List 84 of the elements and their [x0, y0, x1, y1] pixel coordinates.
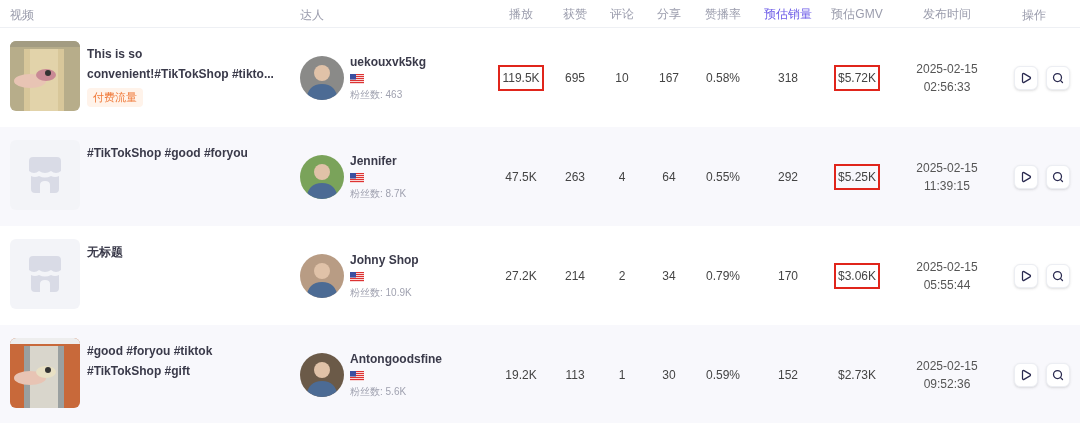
us-flag-icon [350, 74, 364, 84]
play-button[interactable] [1014, 65, 1038, 90]
like-count: 113 [565, 366, 585, 384]
estimated-sales: 152 [778, 366, 798, 384]
us-flag-icon [350, 272, 364, 282]
share-count: 34 [662, 267, 676, 285]
estimated-gmv: $3.06K [833, 262, 880, 289]
creator-name[interactable]: Johny Shop [350, 251, 419, 269]
search-button[interactable] [1046, 164, 1070, 189]
column-header[interactable]: 达人 [300, 7, 324, 22]
avatar [300, 55, 344, 100]
share-count: 167 [659, 69, 679, 87]
search-icon [1052, 368, 1064, 381]
estimated-sales: 292 [778, 168, 798, 186]
column-header[interactable]: 播放 [509, 4, 533, 23]
column-header[interactable]: 分享 [657, 4, 681, 23]
estimated-sales: 170 [778, 267, 798, 285]
like-rate: 0.59% [706, 366, 740, 384]
publish-date: 2025-02-15 [916, 60, 978, 78]
like-count: 695 [565, 69, 585, 87]
search-icon [1052, 170, 1064, 183]
column-header[interactable]: 赞播率 [705, 4, 741, 23]
share-count: 64 [662, 168, 676, 186]
follower-count: 粉丝数: 8.7K [350, 187, 407, 201]
creator-name[interactable]: uekouxvk5kg [350, 53, 427, 71]
video-title[interactable]: #TikTokShop #good #foryou [87, 143, 277, 163]
column-header[interactable]: 评论 [610, 4, 634, 23]
publish-date: 2025-02-15 [916, 357, 978, 375]
comment-count: 10 [615, 69, 629, 87]
publish-time: 09:52:36 [923, 375, 971, 393]
like-rate: 0.79% [706, 267, 740, 285]
search-button[interactable] [1046, 65, 1070, 90]
follower-count: 粉丝数: 463 [350, 88, 404, 102]
creator-name[interactable]: Jennifer [350, 152, 407, 170]
search-icon [1052, 269, 1064, 282]
follower-count: 粉丝数: 10.9K [350, 286, 413, 300]
us-flag-icon [350, 371, 364, 381]
publish-date: 2025-02-15 [916, 258, 978, 276]
search-button[interactable] [1046, 362, 1070, 387]
play-icon [1020, 170, 1032, 183]
column-header[interactable]: 发布时间 [923, 4, 971, 23]
video-title[interactable]: 无标题 [87, 242, 277, 262]
column-header[interactable]: 预估GMV [831, 4, 883, 23]
play-button[interactable] [1014, 164, 1038, 189]
play-count: 19.2K [505, 366, 537, 384]
estimated-gmv: $5.72K [833, 64, 880, 91]
play-button[interactable] [1014, 263, 1038, 288]
avatar [300, 352, 344, 397]
play-count: 47.5K [505, 168, 537, 186]
play-count: 27.2K [505, 267, 537, 285]
column-header[interactable]: 操作 [1022, 7, 1046, 22]
avatar [300, 253, 344, 298]
follower-count: 粉丝数: 5.6K [350, 385, 408, 399]
video-title[interactable]: #good #foryou #tiktok #TikTokShop #gift [87, 341, 277, 381]
publish-date: 2025-02-15 [916, 159, 978, 177]
estimated-gmv: $2.73K [837, 366, 876, 384]
us-flag-icon [350, 173, 364, 183]
like-count: 263 [565, 168, 585, 186]
paid-traffic-tag: 付费流量 [87, 88, 143, 107]
share-count: 30 [662, 366, 676, 384]
play-button[interactable] [1014, 362, 1038, 387]
comment-count: 1 [618, 366, 626, 384]
estimated-sales: 318 [778, 69, 798, 87]
like-count: 214 [565, 267, 585, 285]
like-rate: 0.55% [706, 168, 740, 186]
creator-name[interactable]: Antongoodsfine [350, 350, 442, 368]
publish-time: 05:55:44 [923, 276, 971, 294]
search-button[interactable] [1046, 263, 1070, 288]
search-icon [1052, 71, 1064, 84]
comment-count: 2 [618, 267, 626, 285]
play-count: 119.5K [498, 64, 544, 91]
video-title[interactable]: This is so convenient!#TikTokShop #tikto... [87, 44, 277, 84]
publish-time: 02:56:33 [923, 78, 971, 96]
comment-count: 4 [618, 168, 626, 186]
publish-time: 11:39:15 [924, 177, 970, 195]
estimated-gmv: $5.25K [833, 163, 880, 190]
column-header[interactable]: 视频 [10, 7, 34, 22]
column-header[interactable]: 预估销量 [764, 4, 812, 23]
play-icon [1020, 269, 1032, 282]
play-icon [1020, 71, 1032, 84]
avatar [300, 154, 344, 199]
play-icon [1020, 368, 1032, 381]
column-header[interactable]: 获赞 [563, 4, 587, 23]
like-rate: 0.58% [706, 69, 740, 87]
